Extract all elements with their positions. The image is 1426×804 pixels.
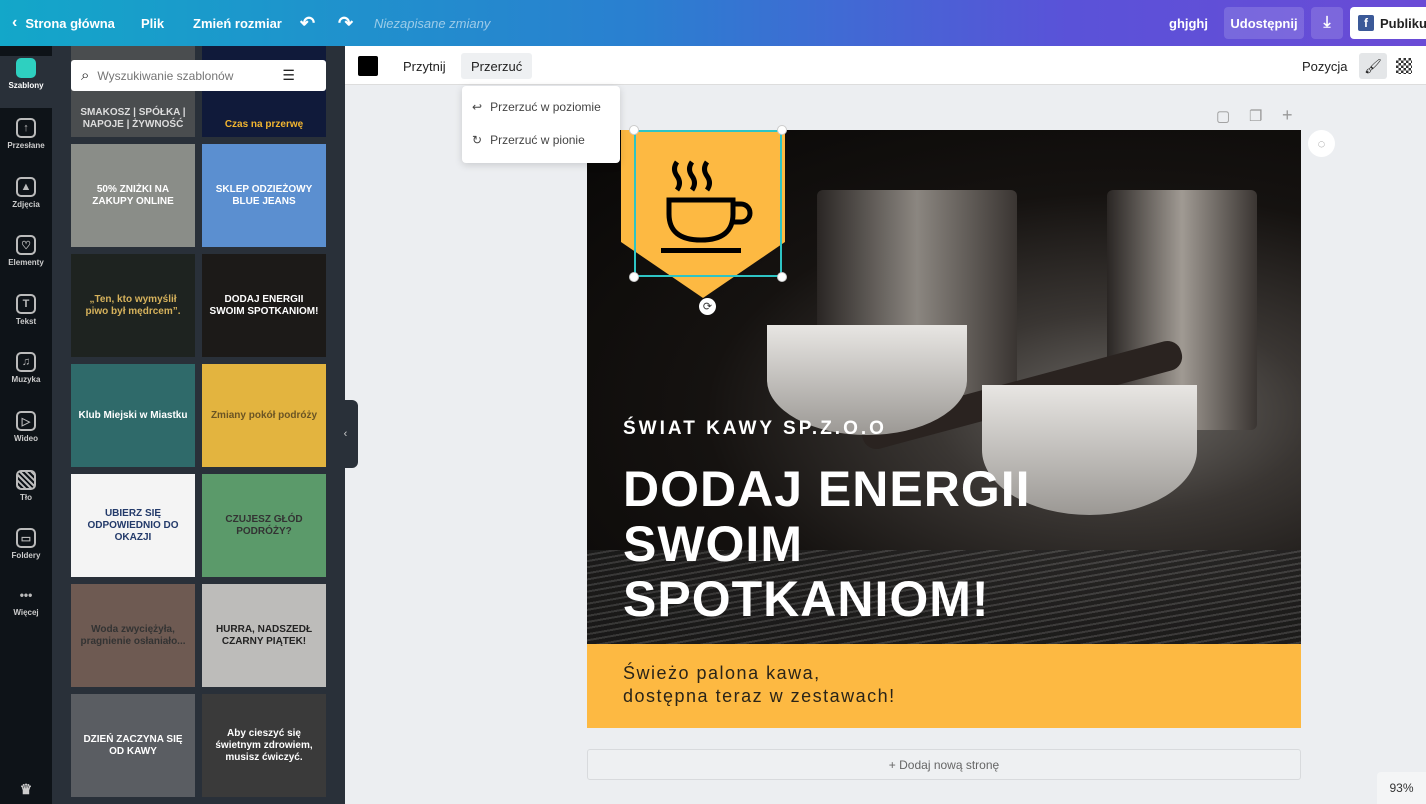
flip-horizontal-icon: ↩ bbox=[472, 100, 483, 114]
crown-icon[interactable]: ♛ bbox=[0, 781, 52, 798]
template-thumbnail[interactable]: CZUJESZ GŁÓD PODRÓŻY? bbox=[202, 474, 326, 577]
tagline-band[interactable]: Świeżo palona kawa, dostępna teraz w zes… bbox=[587, 644, 1301, 728]
flip-vertical-item[interactable]: ↻ Przerzuć w pionie bbox=[462, 125, 620, 155]
text-icon: T bbox=[16, 294, 36, 314]
rail-label: Foldery bbox=[11, 551, 41, 560]
download-icon[interactable]: ⤓ bbox=[1311, 7, 1343, 39]
template-thumbnail[interactable]: Aby cieszyć się świetnym zdrowiem, musis… bbox=[202, 694, 326, 797]
flip-button[interactable]: Przerzuć bbox=[461, 53, 533, 79]
template-thumbnail[interactable]: „Ten, kto wymyślił piwo był mędrcem”. bbox=[71, 254, 195, 357]
template-thumbnail[interactable]: DZIEŃ ZACZYNA SIĘ OD KAWY bbox=[71, 694, 195, 797]
undo-icon[interactable]: ↶ bbox=[300, 0, 315, 46]
color-swatch[interactable] bbox=[358, 56, 378, 76]
flip-horizontal-item[interactable]: ↩ Przerzuć w poziomie bbox=[462, 92, 620, 122]
rail-label: Zdjęcia bbox=[12, 200, 40, 209]
rail-item-uploads[interactable]: ↑ Przesłane bbox=[0, 118, 52, 150]
rail-label: Szablony bbox=[8, 81, 44, 90]
rail-item-background[interactable]: Tło bbox=[0, 470, 52, 502]
template-thumbnail[interactable]: DODAJ ENERGII SWOIM SPOTKANIOM! bbox=[202, 254, 326, 357]
add-comment-icon[interactable]: ◌ bbox=[1308, 130, 1335, 157]
menu-label: Przerzuć w pionie bbox=[490, 133, 585, 147]
template-thumbnail[interactable]: SKLEP ODZIEŻOWY BLUE JEANS bbox=[202, 144, 326, 247]
rail-label: Elementy bbox=[8, 258, 44, 267]
share-button[interactable]: Udostępnij bbox=[1224, 7, 1304, 39]
rail-label: Więcej bbox=[13, 608, 39, 617]
resize-handle[interactable] bbox=[777, 272, 787, 282]
project-name[interactable]: ghjghj bbox=[1169, 0, 1208, 46]
headline-line: SPOTKANIOM! bbox=[623, 571, 990, 627]
template-search[interactable]: ⌕ ☰ bbox=[71, 60, 326, 91]
paint-roller-icon[interactable]: 🖌 bbox=[1359, 53, 1387, 79]
notes-icon[interactable]: ▢ bbox=[1216, 107, 1230, 125]
chevron-left-icon: ‹ bbox=[12, 14, 18, 31]
template-thumbnail[interactable]: Klub Miejski w Miastku bbox=[71, 364, 195, 467]
facebook-icon: f bbox=[1358, 15, 1374, 31]
menu-label: Przerzuć w poziomie bbox=[490, 100, 601, 114]
zoom-level[interactable]: 93% bbox=[1377, 772, 1426, 804]
resize-handle[interactable] bbox=[629, 125, 639, 135]
rail-item-more[interactable]: ••• Więcej bbox=[0, 588, 52, 617]
company-name[interactable]: ŚWIAT KAWY SP.Z.O.O bbox=[623, 418, 887, 440]
rail-item-folders[interactable]: ▭ Foldery bbox=[0, 528, 52, 560]
publish-button[interactable]: f Publikuj bbox=[1350, 7, 1426, 39]
rotate-handle-icon[interactable]: ⟳ bbox=[699, 298, 716, 315]
context-toolbar: Przytnij Przerzuć Pozycja 🖌 bbox=[345, 46, 1426, 85]
search-input[interactable] bbox=[97, 68, 283, 83]
rail-label: Tekst bbox=[15, 317, 37, 326]
publish-label: Publikuj bbox=[1380, 15, 1426, 31]
rail-item-photos[interactable]: ▲ Zdjęcia bbox=[0, 177, 52, 209]
headline[interactable]: DODAJ ENERGII SWOIM SPOTKANIOM! bbox=[623, 462, 1031, 627]
elements-icon: ♡ bbox=[16, 235, 36, 255]
unsaved-status: Niezapisane zmiany bbox=[374, 15, 491, 31]
rail-item-music[interactable]: ♫ Muzyka bbox=[0, 352, 52, 384]
file-menu[interactable]: Plik bbox=[141, 0, 164, 46]
resize-handle[interactable] bbox=[777, 125, 787, 135]
video-icon: ▷ bbox=[16, 411, 36, 431]
template-thumbnail[interactable]: HURRA, NADSZEDŁ CZARNY PIĄTEK! bbox=[202, 584, 326, 687]
templates-icon bbox=[16, 58, 36, 78]
search-icon: ⌕ bbox=[81, 67, 90, 84]
collapse-panel-button[interactable]: ‹ bbox=[333, 400, 358, 468]
templates-panel: ⌕ ☰ SMAKOSZ | SPÓŁKA | NAPOJE | ŻYWNOŚĆC… bbox=[52, 46, 345, 804]
rail-item-video[interactable]: ▷ Wideo bbox=[0, 411, 52, 443]
photos-icon: ▲ bbox=[16, 177, 36, 197]
rail-item-elements[interactable]: ♡ Elementy bbox=[0, 235, 52, 267]
more-icon: ••• bbox=[19, 588, 33, 602]
flip-menu: ↩ Przerzuć w poziomie ↻ Przerzuć w pionie bbox=[462, 86, 620, 163]
add-page-icon[interactable]: + bbox=[1282, 105, 1293, 126]
template-thumbnail[interactable]: 50% ZNIŻKI NA ZAKUPY ONLINE bbox=[71, 144, 195, 247]
headline-line: DODAJ ENERGII bbox=[623, 461, 1031, 517]
crop-button[interactable]: Przytnij bbox=[393, 53, 456, 79]
resize-button[interactable]: Zmień rozmiar bbox=[193, 0, 282, 46]
tagline-line: Świeżo palona kawa, bbox=[623, 663, 821, 683]
template-thumbnail[interactable]: Zmiany pokół podróży bbox=[202, 364, 326, 467]
template-thumbnail[interactable]: Woda zwyciężyła, pragnienie osłaniało... bbox=[71, 584, 195, 687]
flip-vertical-icon: ↻ bbox=[472, 133, 483, 147]
rail-item-templates[interactable]: Szablony bbox=[0, 56, 52, 108]
rail-item-text[interactable]: T Tekst bbox=[0, 294, 52, 326]
home-button[interactable]: ‹ Strona główna bbox=[12, 0, 115, 46]
rail-label: Przesłane bbox=[7, 141, 45, 150]
rail-label: Wideo bbox=[14, 434, 38, 443]
selection-box[interactable] bbox=[634, 130, 782, 277]
rail-label: Muzyka bbox=[11, 375, 41, 384]
transparency-icon[interactable] bbox=[1396, 58, 1412, 74]
upload-icon: ↑ bbox=[16, 118, 36, 138]
side-rail: Szablony ↑ Przesłane ▲ Zdjęcia ♡ Elementy T… bbox=[0, 46, 52, 804]
position-button[interactable]: Pozycja bbox=[1292, 53, 1358, 79]
template-thumbnail[interactable]: UBIERZ SIĘ ODPOWIEDNIO DO OKAZJI bbox=[71, 474, 195, 577]
resize-handle[interactable] bbox=[629, 272, 639, 282]
headline-line: SWOIM bbox=[623, 516, 803, 572]
music-icon: ♫ bbox=[16, 352, 36, 372]
tagline-line: dostępna teraz w zestawach! bbox=[623, 686, 896, 706]
filter-icon[interactable]: ☰ bbox=[282, 67, 295, 84]
redo-icon[interactable]: ↷ bbox=[338, 0, 353, 46]
background-icon bbox=[16, 470, 36, 490]
rail-label: Tło bbox=[20, 493, 32, 502]
home-label: Strona główna bbox=[25, 15, 115, 31]
add-new-page-button[interactable]: + Dodaj nową stronę bbox=[587, 749, 1301, 780]
folder-icon: ▭ bbox=[16, 528, 36, 548]
duplicate-page-icon[interactable]: ❐ bbox=[1249, 107, 1262, 125]
